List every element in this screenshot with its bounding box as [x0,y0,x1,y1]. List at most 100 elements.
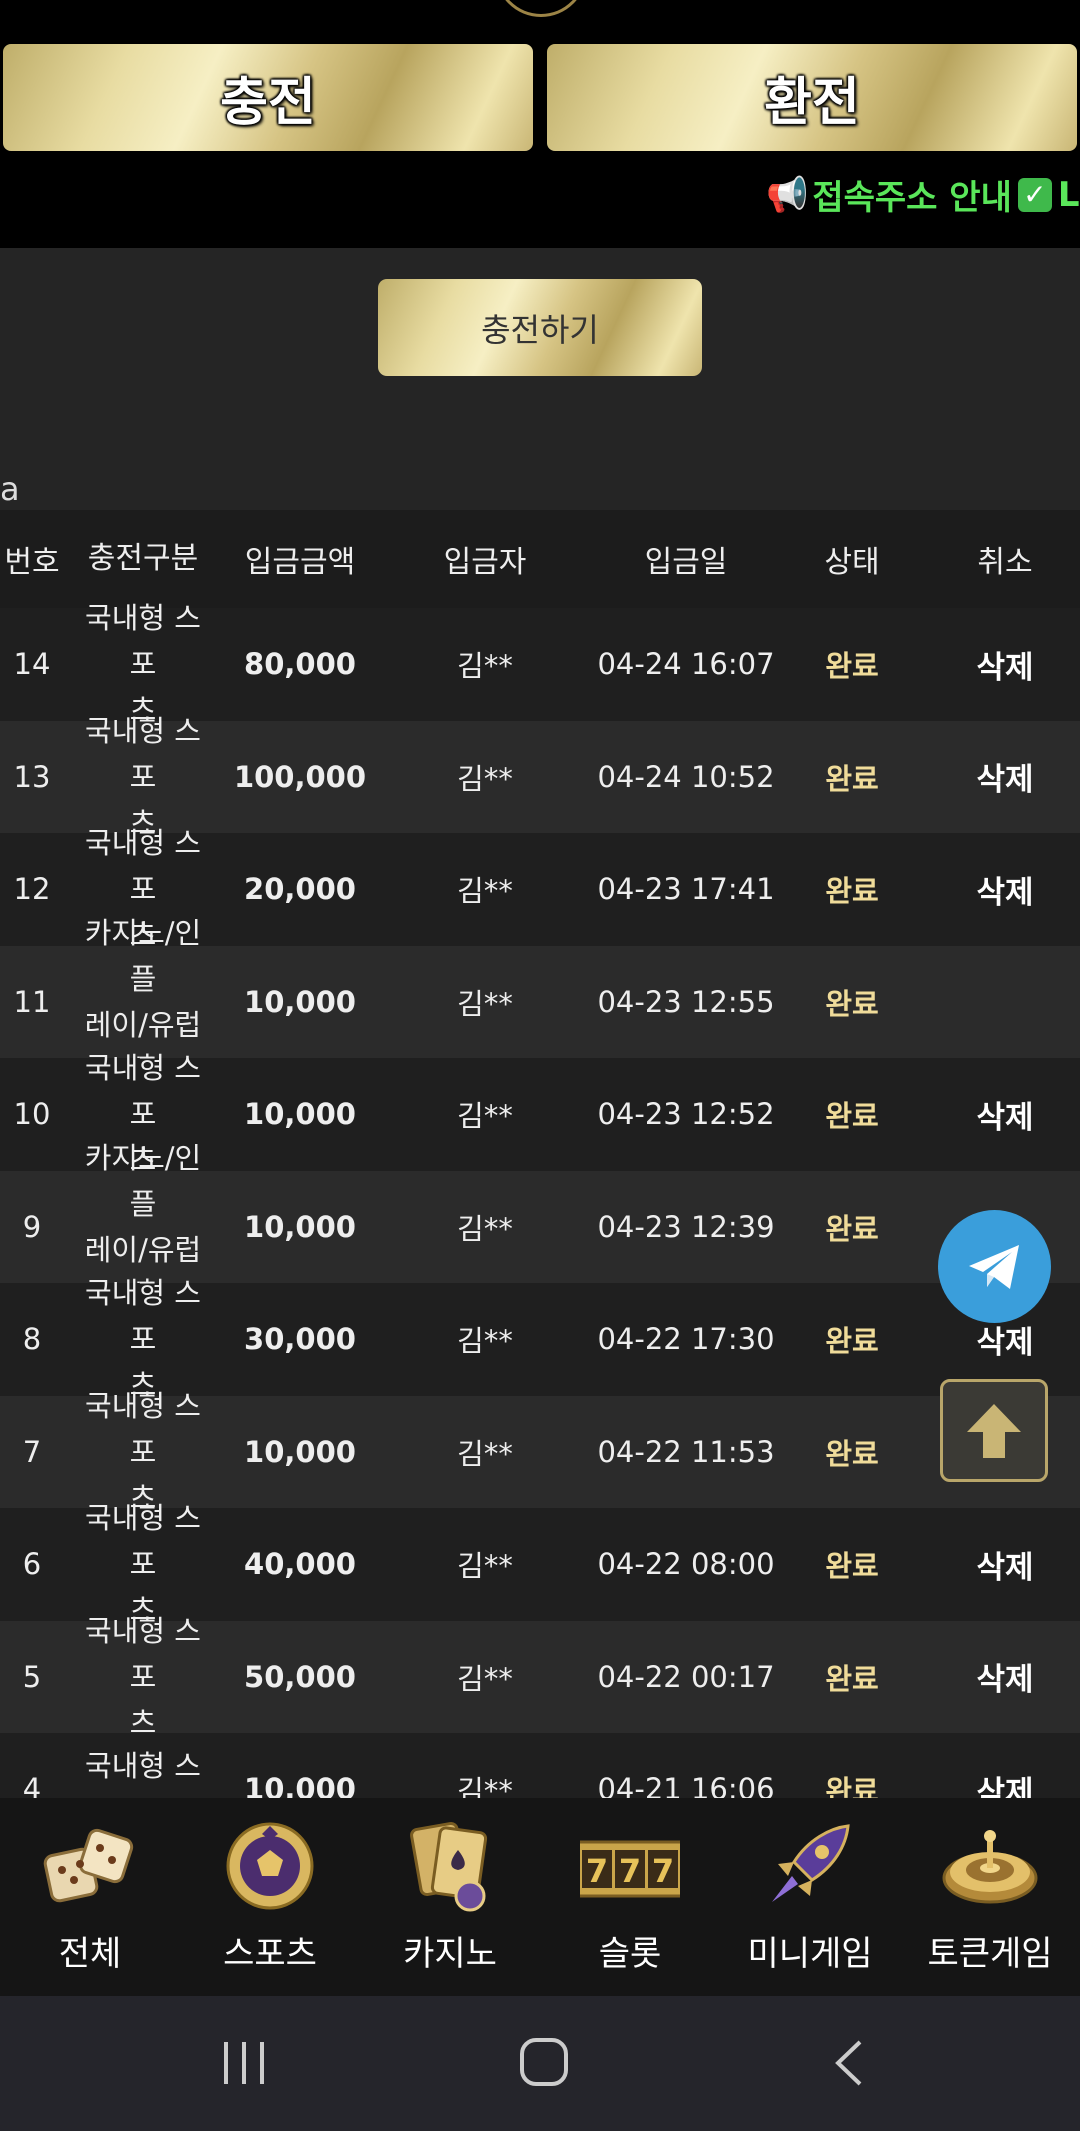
deposit-history-table: 번호 충전구분 입금금액 입금자 입금일 상태 취소 14 국내형 스포 츠 80,0… [0,510,1080,1798]
type-line-1: 국내형 스포 [85,601,201,682]
scroll-top-button[interactable] [940,1379,1048,1482]
date-cell: 04-24 10:52 [597,759,775,794]
arrow-up-icon [967,1403,1021,1458]
amount-cell: 80,000 [244,647,356,682]
column-header: 상태 [824,545,880,580]
type-line-1: 국내형 스포 [85,1501,201,1582]
back-icon[interactable] [830,2038,870,2088]
nav-label: 토큰게임 [927,1934,1053,1974]
depositor-cell: 김** [457,986,513,1021]
date-cell: 04-21 16:06 [597,1772,775,1798]
date-cell: 04-23 12:39 [597,1209,775,1244]
depositor-cell: 김** [457,1549,513,1584]
date-cell: 04-23 17:41 [597,872,775,907]
depositor-cell: 김** [457,1211,513,1246]
date-cell: 04-22 17:30 [597,1322,775,1357]
nav-item-sports[interactable]: 스포츠 [180,1798,360,1996]
amount-cell: 10,000 [244,1209,356,1244]
type-cell: 국내형 스포 츠 [78,714,208,840]
recent-apps-icon[interactable] [220,2038,270,2088]
ticker-text: 접속주소 안내 [812,178,1012,218]
type-line-1: 국내형 스포 [85,1388,201,1469]
telegram-button[interactable] [938,1210,1051,1323]
date-cell: 04-23 12:55 [597,984,775,1019]
status-badge: 완료 [825,1099,879,1134]
type-cell: 국내형 스포 츠 [78,601,208,727]
amount-cell: 10,000 [244,984,356,1019]
amount-cell: 50,000 [244,1659,356,1694]
delete-button[interactable]: 삭제 [940,1733,1070,1798]
row-number: 12 [13,872,51,907]
nav-item-casino[interactable]: 카지노 [360,1798,540,1996]
row-number: 5 [22,1659,42,1694]
status-badge: 완료 [825,649,879,684]
depositor-cell: 김** [457,1324,513,1359]
nav-label: 카지노 [403,1934,497,1974]
slot-777-icon: 7 7 7 [580,1840,680,1898]
system-nav-bar [0,1996,1080,2131]
column-header: 입금일 [644,545,728,580]
deposit-button[interactable]: 충전하기 [378,279,702,376]
table-row: 4 국내형 스포 10,000 김** 04-21 16:06 완료 삭제 [0,1733,1080,1798]
date-cell: 04-22 11:53 [597,1434,775,1469]
status-badge: 완료 [825,986,879,1021]
date-cell: 04-22 00:17 [597,1659,775,1694]
column-header: 번호 [4,545,60,580]
delete-button[interactable]: 삭제 [940,1621,1070,1734]
delete-button[interactable]: 삭제 [940,833,1070,946]
amount-cell: 10,000 [244,1772,356,1798]
amount-cell: 30,000 [244,1322,356,1357]
type-line-1: 카지노/인플 [84,915,202,996]
delete-button[interactable] [940,946,1070,1059]
amount-cell: 20,000 [244,872,356,907]
logo-arc [495,0,587,17]
delete-button[interactable]: 삭제 [940,1508,1070,1621]
exchange-tab-button[interactable]: 환전 [547,44,1077,151]
row-number: 14 [13,647,51,682]
nav-item-token-game[interactable]: 토큰게임 [900,1798,1080,1996]
type-cell: 카지노/인플레이/유럽형 [78,1141,208,1313]
depositor-cell: 김** [457,1661,513,1696]
delete-button[interactable]: 삭제 [940,721,1070,834]
table-row: 9 카지노/인플레이/유럽형 10,000 김** 04-23 12:39 완료 [0,1141,1080,1313]
table-row: 11 카지노/인플레이/유럽형 10,000 김** 04-23 12:55 완료 [0,916,1080,1088]
nav-item-minigame[interactable]: 미니게임 [720,1798,900,1996]
status-badge: 완료 [825,1549,879,1584]
type-line-1: 국내형 스포 [85,1051,201,1132]
date-cell: 04-23 12:52 [597,1097,775,1132]
type-line-1: 국내형 스포 [85,713,201,794]
column-header: 입금자 [443,545,527,580]
depositor-cell: 김** [457,1099,513,1134]
row-number: 10 [13,1097,51,1132]
bottom-nav: 전체 스포츠 카지노 7 7 7 슬롯 미니게임 토큰게임 [0,1798,1080,1996]
table-row: 6 국내형 스포 츠 40,000 김** 04-22 08:00 완료 삭제 [0,1501,1080,1627]
table-header: 번호 충전구분 입금금액 입금자 입금일 상태 취소 [0,510,1080,608]
column-header: 충전구분 [87,541,199,576]
delete-button[interactable]: 삭제 [940,1058,1070,1171]
nav-label: 슬롯 [598,1934,662,1974]
table-row: 7국내형 스포츠10,000김**04-22 11:53완료삭제 [0,1389,1080,1515]
nav-item-all[interactable]: 전체 [0,1798,180,1996]
column-header: 취소 [977,545,1033,580]
check-icon: ✓ [1017,177,1052,212]
amount-cell: 10,000 [244,1434,356,1469]
nav-item-slot[interactable]: 7 7 7 슬롯 [540,1798,720,1996]
amount-cell: 10,000 [244,1097,356,1132]
row-number: 6 [22,1547,42,1582]
charge-tab-button[interactable]: 충전 [3,44,533,151]
row-number: 8 [22,1322,42,1357]
depositor-cell: 김** [457,1774,513,1798]
status-badge: 완료 [825,1436,879,1471]
notice-ticker[interactable]: 📢 접속주소 안내 ✓ L [766,170,1080,219]
depositor-cell: 김** [457,874,513,909]
status-badge: 완료 [825,1661,879,1696]
amount-cell: 100,000 [233,759,367,794]
date-cell: 04-24 16:07 [597,647,775,682]
home-icon[interactable] [518,2036,572,2090]
nav-label: 전체 [58,1934,122,1974]
delete-button[interactable]: 삭제 [940,608,1070,721]
type-line-1: 국내형 스포 [85,1613,201,1694]
megaphone-icon: 📢 [766,174,809,215]
row-number: 13 [13,759,51,794]
cards-icon [410,1821,488,1912]
